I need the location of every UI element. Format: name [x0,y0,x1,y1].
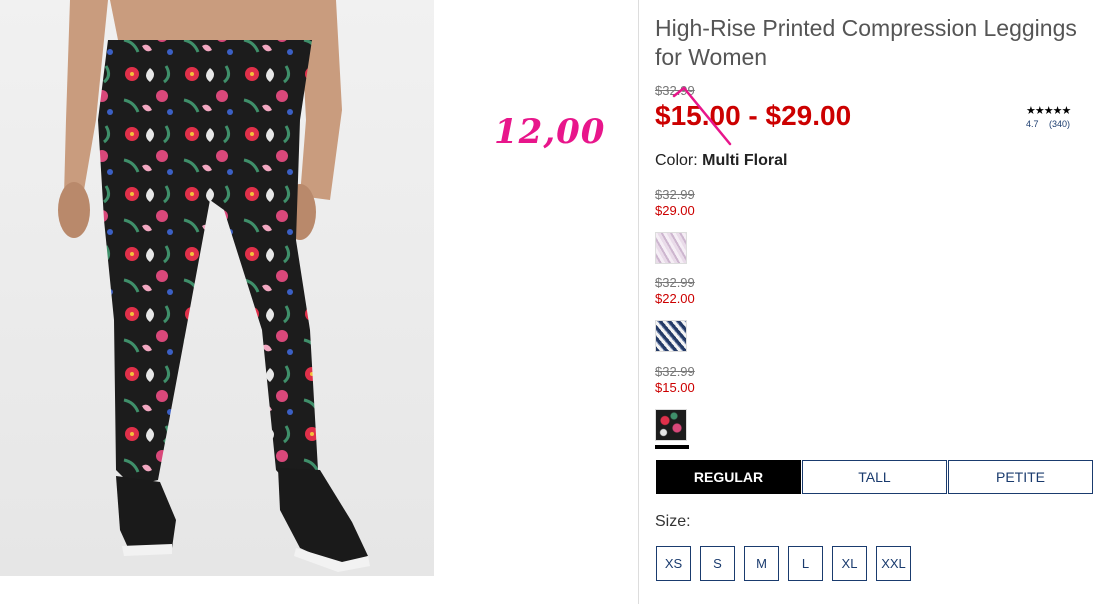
rating-summary[interactable]: ★★★★★ 4.7 (340) [1026,104,1078,129]
swatch-group: $32.99 $29.00 [655,187,695,264]
size-button-s[interactable]: S [700,546,735,581]
swatch-sale-price: $29.00 [655,203,695,218]
size-button-m[interactable]: M [744,546,779,581]
product-image[interactable] [0,0,434,576]
size-button-xxl[interactable]: XXL [876,546,911,581]
swatch-sale-price: $15.00 [655,380,695,395]
product-title: High-Rise Printed Compression Leggings f… [655,15,1077,70]
swatch-navy-stripe[interactable] [655,320,687,352]
size-options: XS S M L XL XXL [656,546,920,581]
fit-tab-petite[interactable]: PETITE [948,460,1093,494]
swatch-old-price: $32.99 [655,187,695,202]
size-label: Size: [655,513,691,530]
swatch-old-price: $32.99 [655,364,695,379]
fit-tabs: REGULAR TALL PETITE [656,460,1094,494]
review-count[interactable]: (340) [1049,119,1070,129]
column-divider [638,0,639,604]
size-button-xl[interactable]: XL [832,546,867,581]
fit-tab-regular[interactable]: REGULAR [656,460,801,494]
swatch-old-price: $32.99 [655,275,695,290]
color-label: Color: [655,152,698,169]
swatch-group: $32.99 $15.00 [655,364,695,449]
swatch-multi-floral[interactable] [655,409,687,441]
color-value: Multi Floral [702,152,788,169]
swatch-lavender-stripe[interactable] [655,232,687,264]
fit-tab-tall[interactable]: TALL [802,460,947,494]
swatch-group: $32.99 $22.00 [655,275,695,352]
star-rating-icon: ★★★★★ [1026,105,1071,117]
size-button-xs[interactable]: XS [656,546,691,581]
swatch-selected-indicator [655,445,689,449]
swatch-sale-price: $22.00 [655,291,695,306]
pink-strike-mark [672,86,732,146]
color-selection: Color: Multi Floral [655,152,787,170]
size-button-l[interactable]: L [788,546,823,581]
price-annotation: 12,00 [494,112,606,152]
rating-score: 4.7 [1026,119,1039,129]
